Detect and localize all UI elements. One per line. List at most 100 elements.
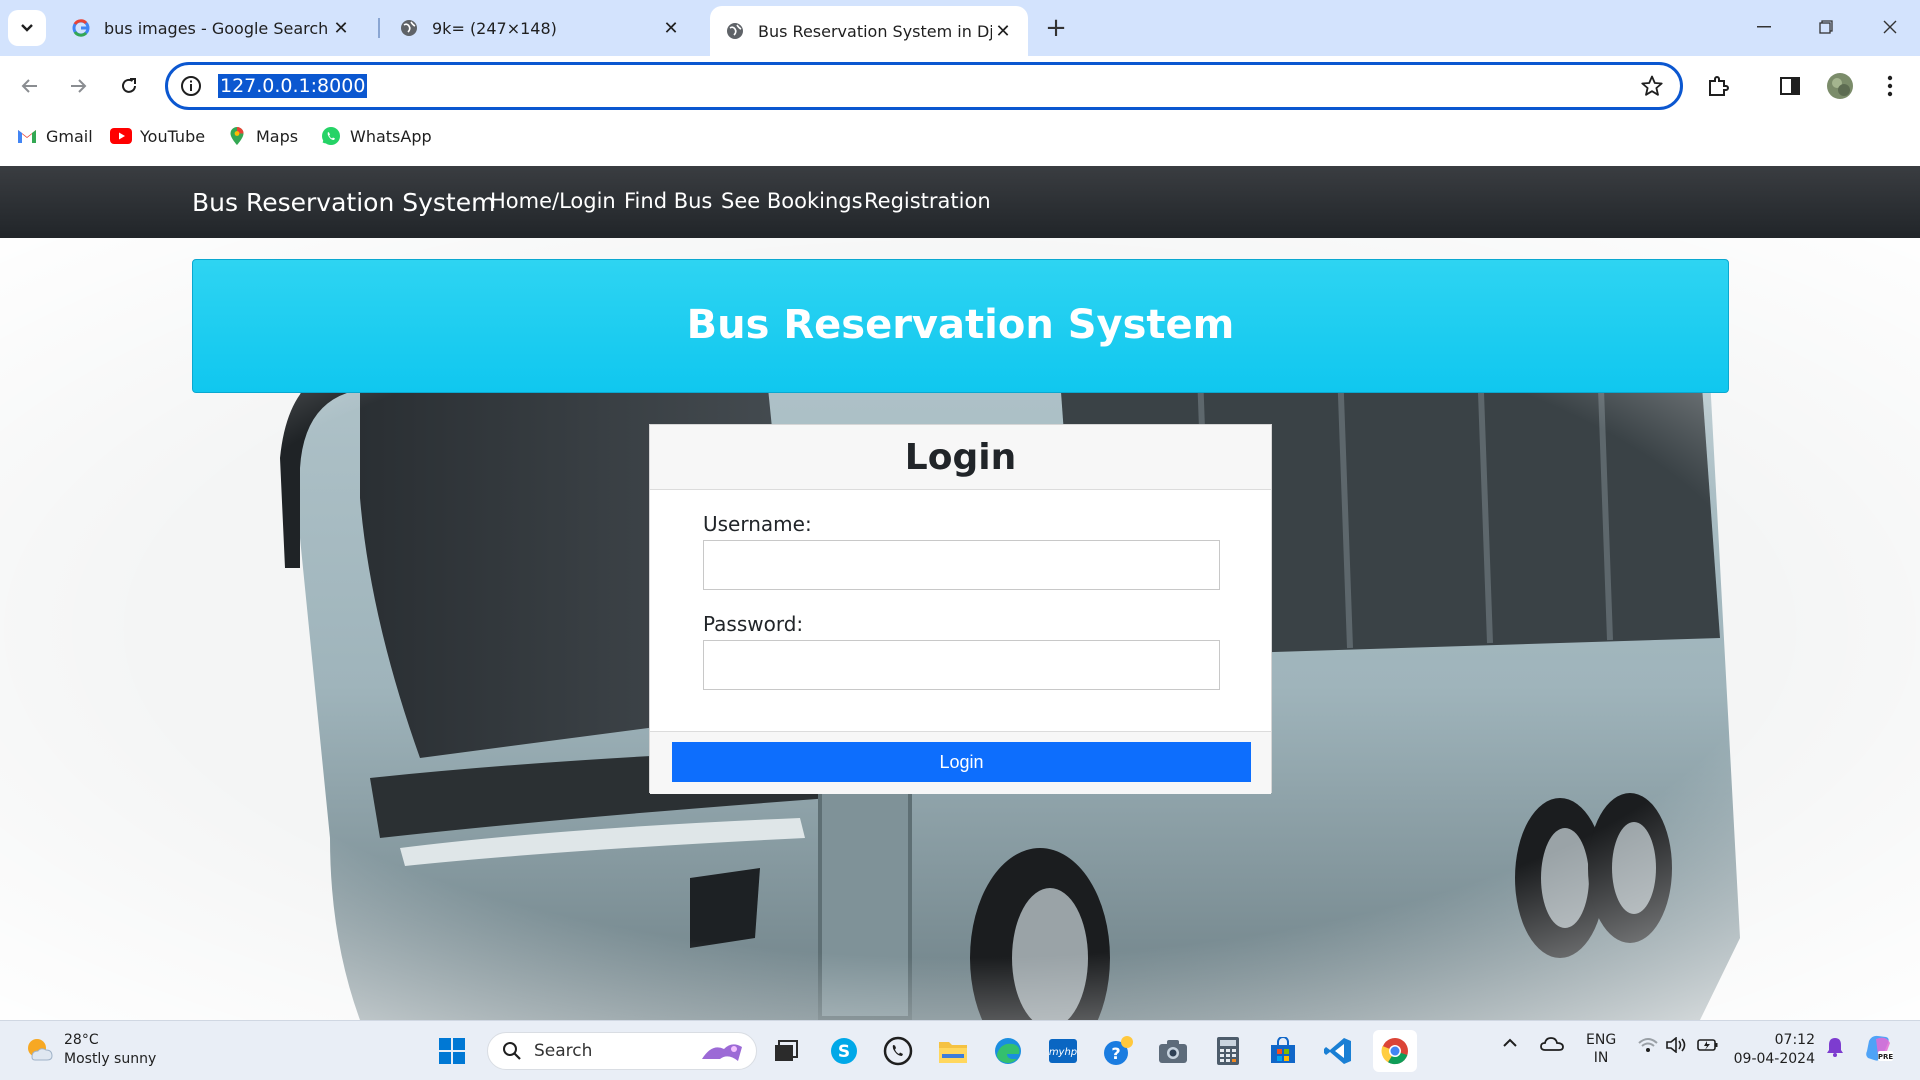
info-icon[interactable] <box>180 75 202 97</box>
close-icon[interactable]: ✕ <box>660 17 682 39</box>
tab-image[interactable]: 9k= (247×148) ✕ <box>384 8 696 48</box>
forward-button[interactable] <box>60 68 96 104</box>
folder-icon <box>939 1042 967 1063</box>
weather-temp: 28°C <box>64 1032 99 1048</box>
tab-bus-reservation[interactable]: Bus Reservation System in Djan ✕ <box>710 6 1028 56</box>
login-card: Login Username: Password: Login <box>649 424 1272 794</box>
whatsapp-icon <box>883 1036 913 1066</box>
lang-bottom: IN <box>1593 1050 1609 1066</box>
bookmark-whatsapp[interactable]: WhatsApp <box>320 126 432 146</box>
site-navbar: Bus Reservation System Home/Login Find B… <box>0 166 1920 238</box>
puzzle-icon <box>1709 76 1729 96</box>
taskbar-camera[interactable] <box>1155 1033 1191 1069</box>
myhp-icon: myhp <box>1049 1039 1077 1063</box>
nav-link-home-login[interactable]: Home/Login <box>490 189 616 213</box>
reload-button[interactable] <box>111 68 147 104</box>
close-icon[interactable]: ✕ <box>992 20 1014 42</box>
tab-search-button[interactable] <box>8 10 46 46</box>
globe-icon <box>400 19 418 37</box>
minimize-button[interactable] <box>1744 12 1784 42</box>
nav-link-registration[interactable]: Registration <box>864 189 991 213</box>
clock-time: 07:12 <box>1774 1032 1815 1048</box>
login-button[interactable]: Login <box>672 742 1251 782</box>
windows-logo-icon <box>439 1038 465 1064</box>
taskbar-chrome[interactable] <box>1373 1030 1417 1072</box>
taskbar-get-help[interactable]: ? <box>1100 1033 1136 1069</box>
notifications-button[interactable] <box>1826 1037 1844 1061</box>
windows-taskbar: 28°C Mostly sunny Search S myhp ? ENG IN… <box>0 1020 1920 1080</box>
taskbar-search-box[interactable]: Search <box>487 1032 757 1070</box>
tray-volume[interactable] <box>1666 1036 1688 1057</box>
battery-icon <box>1697 1039 1718 1051</box>
new-tab-button[interactable]: + <box>1040 12 1072 44</box>
chevron-up-icon <box>1503 1038 1517 1047</box>
task-view-icon <box>775 1040 798 1061</box>
bookmark-youtube[interactable]: YouTube <box>110 126 205 146</box>
taskbar-skype[interactable]: S <box>826 1033 862 1069</box>
taskbar-task-view[interactable] <box>768 1033 804 1069</box>
bell-icon <box>1827 1038 1843 1057</box>
taskbar-microsoft-store[interactable] <box>1265 1033 1301 1069</box>
tray-wifi[interactable] <box>1638 1037 1658 1057</box>
profile-avatar[interactable] <box>1826 72 1854 100</box>
tab-google-search[interactable]: bus images - Google Search ✕ <box>56 8 366 48</box>
copilot-button[interactable]: PRE <box>1864 1033 1894 1067</box>
restore-button[interactable] <box>1806 12 1846 42</box>
login-title: Login <box>904 437 1017 478</box>
calculator-icon <box>1217 1037 1239 1065</box>
help-icon: ? <box>1104 1036 1133 1065</box>
back-button[interactable] <box>12 68 48 104</box>
password-label: Password: <box>703 612 804 636</box>
globe-icon <box>726 22 744 40</box>
close-icon <box>1883 20 1897 34</box>
username-input[interactable] <box>703 540 1220 590</box>
address-bar[interactable]: 127.0.0.1:8000 <box>165 62 1683 110</box>
copilot-icon: PRE <box>1866 1035 1894 1061</box>
username-label: Username: <box>703 512 812 536</box>
skype-icon: S <box>831 1038 857 1064</box>
tray-overflow-button[interactable] <box>1502 1037 1518 1053</box>
browser-menu-button[interactable] <box>1876 72 1904 100</box>
start-button[interactable] <box>434 1033 470 1069</box>
camera-icon <box>1159 1040 1187 1063</box>
bookmark-label: YouTube <box>140 126 206 146</box>
taskbar-vscode[interactable] <box>1320 1033 1356 1069</box>
tray-onedrive[interactable] <box>1540 1036 1564 1056</box>
taskbar-calculator[interactable] <box>1210 1033 1246 1069</box>
bookmarks-bar: Gmail YouTube Maps WhatsApp <box>0 116 1920 166</box>
taskbar-whatsapp[interactable] <box>880 1033 916 1069</box>
arrow-right-icon <box>71 79 87 93</box>
arrow-left-icon <box>21 79 37 93</box>
svg-text:PRE: PRE <box>1878 1053 1894 1061</box>
bookmark-star-icon[interactable] <box>1640 74 1664 98</box>
nav-link-find-bus[interactable]: Find Bus <box>624 189 712 213</box>
close-window-button[interactable] <box>1870 12 1910 42</box>
store-icon <box>1271 1037 1295 1063</box>
taskbar-file-explorer[interactable] <box>935 1033 971 1069</box>
language-indicator[interactable]: ENG IN <box>1586 1031 1616 1067</box>
side-panel-button[interactable] <box>1776 72 1804 100</box>
bookmark-maps[interactable]: Maps <box>226 126 298 146</box>
bookmark-label: Maps <box>256 126 299 146</box>
browser-tab-strip: bus images - Google Search ✕ 9k= (247×14… <box>0 0 1920 56</box>
weather-widget[interactable]: 28°C Mostly sunny <box>24 1031 156 1069</box>
taskbar-myhp[interactable]: myhp <box>1045 1033 1081 1069</box>
extensions-button[interactable] <box>1704 72 1732 100</box>
close-icon[interactable]: ✕ <box>330 17 352 39</box>
site-brand[interactable]: Bus Reservation System <box>192 188 495 217</box>
search-highlight-icon <box>702 1044 742 1061</box>
taskbar-clock[interactable]: 07:12 09-04-2024 <box>1730 1031 1815 1069</box>
youtube-icon <box>110 126 132 146</box>
google-icon <box>72 19 90 37</box>
url-text[interactable]: 127.0.0.1:8000 <box>218 74 368 98</box>
svg-text:?: ? <box>1111 1044 1120 1063</box>
login-card-footer: Login <box>650 731 1271 794</box>
bookmark-gmail[interactable]: Gmail <box>16 126 93 146</box>
tray-battery[interactable] <box>1697 1037 1719 1057</box>
web-page: Bus Reservation System Home/Login Find B… <box>0 166 1920 1020</box>
bookmark-label: Gmail <box>46 126 93 146</box>
nav-link-see-bookings[interactable]: See Bookings <box>721 189 863 213</box>
whatsapp-icon <box>320 126 342 146</box>
password-input[interactable] <box>703 640 1220 690</box>
taskbar-edge[interactable] <box>990 1033 1026 1069</box>
